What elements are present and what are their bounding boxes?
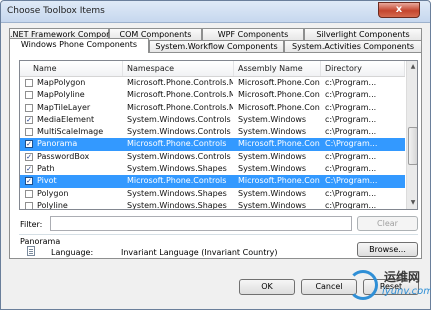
cell-namespace: Microsoft.Phone.Controls.M... [127, 90, 233, 100]
row-checkbox[interactable] [25, 91, 33, 100]
column-header-name[interactable]: Name [20, 61, 123, 76]
row-checkbox[interactable]: ✓ [25, 177, 33, 186]
watermark-logo-icon [348, 270, 378, 300]
clear-button[interactable]: Clear [357, 216, 418, 231]
cell-directory: C:\Program... [325, 139, 378, 149]
cell-assembly-name: System.Windows [238, 151, 307, 161]
cell-assembly-name: System.Windows [238, 200, 307, 210]
cell-directory: c:\Program... [325, 151, 377, 161]
cell-directory: C:\Program... [325, 176, 378, 186]
row-checkbox[interactable] [25, 128, 33, 137]
cell-directory: c:\Program... [325, 164, 377, 174]
table-row[interactable]: MapPolygon Microsoft.Phone.Controls.M... M… [20, 77, 405, 89]
cell-name: Path [37, 164, 55, 174]
cell-namespace: System.Windows.Shapes [127, 188, 227, 198]
table-row[interactable]: ✓ MediaElement System.Windows.Controls Syst… [20, 114, 405, 126]
cell-name: MapTileLayer [37, 102, 91, 112]
cell-name: MultiScaleImage [37, 127, 104, 137]
cell-directory: c:\Program... [325, 102, 377, 112]
cell-name: MediaElement [37, 114, 95, 124]
cell-namespace: System.Windows.Controls [127, 151, 231, 161]
components-list[interactable]: Name Namespace Assembly Name Directory M… [19, 60, 418, 210]
cell-directory: c:\Program... [325, 90, 377, 100]
table-row[interactable]: Polyline System.Windows.Shapes System.Wind… [20, 200, 405, 210]
watermark-cn-text: 运维网 [384, 270, 421, 284]
cell-namespace: Microsoft.Phone.Controls [127, 139, 227, 149]
cell-name: PasswordBox [37, 151, 90, 161]
site-watermark: 运维网 iyunv.com [346, 266, 431, 310]
cell-name: MapPolygon [37, 78, 86, 87]
list-header: Name Namespace Assembly Name Directory [20, 61, 405, 77]
cell-name: Polygon [37, 188, 69, 198]
column-header-namespace[interactable]: Namespace [123, 61, 234, 76]
scroll-thumb[interactable] [408, 127, 417, 165]
cell-assembly-name: System.Windows [238, 164, 307, 174]
component-info-title: Panorama [20, 237, 61, 246]
document-icon [27, 246, 35, 256]
cell-namespace: System.Windows.Controls [127, 127, 231, 137]
cell-directory: c:\Program... [325, 200, 377, 210]
cell-namespace: System.Windows.Controls [127, 114, 231, 124]
browse-button[interactable]: Browse... [357, 242, 418, 257]
cell-namespace: Microsoft.Phone.Controls.M... [127, 102, 233, 112]
cell-assembly-name: Microsoft.Phone.Con... [238, 78, 320, 87]
column-header-assembly-name[interactable]: Assembly Name [234, 61, 321, 76]
row-checkbox[interactable] [25, 79, 33, 87]
scroll-up-icon[interactable]: ▲ [407, 61, 417, 73]
cell-assembly-name: Microsoft.Phone.Con... [238, 139, 320, 149]
cell-namespace: Microsoft.Phone.Controls.M... [127, 78, 233, 87]
table-row[interactable]: ✓ Panorama Microsoft.Phone.Controls Microso… [20, 138, 405, 151]
cell-name: Pivot [37, 176, 57, 186]
tab-windows-phone-components[interactable]: Windows Phone Components [9, 38, 149, 53]
cell-assembly-name: Microsoft.Phone.Con... [238, 176, 320, 186]
cell-directory: c:\Program... [325, 78, 377, 87]
filter-label: Filter: [20, 220, 43, 229]
language-value: Invariant Language (Invariant Country) [121, 248, 278, 257]
cell-name: MapPolyline [37, 90, 85, 100]
cell-name: Polyline [37, 200, 68, 210]
row-checkbox[interactable] [25, 103, 33, 112]
cell-assembly-name: Microsoft.Phone.Con... [238, 102, 320, 112]
row-checkbox[interactable]: ✓ [25, 140, 33, 149]
watermark-en-text: iyunv.com [382, 286, 431, 297]
cell-directory: c:\Program... [325, 127, 377, 137]
cell-name: Panorama [37, 139, 78, 149]
choose-toolbox-items-dialog: Choose Toolbox Items x .NET Framework Co… [0, 0, 431, 310]
table-row[interactable]: ✓ Path System.Windows.Shapes System.Windows… [20, 163, 405, 175]
title-bar: Choose Toolbox Items x [1, 1, 430, 23]
cell-namespace: Microsoft.Phone.Controls [127, 176, 227, 186]
cell-namespace: System.Windows.Shapes [127, 200, 227, 210]
tab-panel: Name Namespace Assembly Name Directory M… [9, 52, 422, 259]
cell-assembly-name: System.Windows [238, 127, 307, 137]
table-row[interactable]: MapTileLayer Microsoft.Phone.Controls.M..… [20, 102, 405, 114]
language-label: Language: [51, 248, 94, 257]
vertical-scrollbar[interactable]: ▲ ▼ [406, 61, 417, 209]
column-header-directory[interactable]: Directory [321, 61, 405, 76]
cell-namespace: System.Windows.Shapes [127, 164, 227, 174]
list-rows: MapPolygon Microsoft.Phone.Controls.M... M… [20, 77, 405, 210]
table-row[interactable]: ✓ PasswordBox System.Windows.Controls Syste… [20, 151, 405, 163]
table-row[interactable]: Polygon System.Windows.Shapes System.Windo… [20, 188, 405, 200]
row-checkbox[interactable]: ✓ [25, 165, 33, 174]
filter-input[interactable] [50, 216, 352, 231]
cell-assembly-name: Microsoft.Phone.Con... [238, 90, 320, 100]
table-row[interactable]: MapPolyline Microsoft.Phone.Controls.M...… [20, 89, 405, 101]
cell-directory: c:\Program... [325, 114, 377, 124]
scroll-down-icon[interactable]: ▼ [407, 197, 417, 209]
cell-assembly-name: System.Windows [238, 114, 307, 124]
cell-directory: c:\Program... [325, 188, 377, 198]
table-row[interactable]: MultiScaleImage System.Windows.Controls Sy… [20, 126, 405, 138]
cell-assembly-name: System.Windows [238, 188, 307, 198]
row-checkbox[interactable] [25, 201, 33, 209]
close-icon: x [395, 4, 403, 15]
dialog-title: Choose Toolbox Items [7, 6, 105, 16]
row-checkbox[interactable]: ✓ [25, 115, 33, 124]
row-checkbox[interactable]: ✓ [25, 152, 33, 161]
row-checkbox[interactable] [25, 189, 33, 198]
ok-button[interactable]: OK [239, 279, 295, 295]
close-button[interactable]: x [378, 2, 420, 18]
table-row[interactable]: ✓ Pivot Microsoft.Phone.Controls Microsoft.… [20, 175, 405, 188]
